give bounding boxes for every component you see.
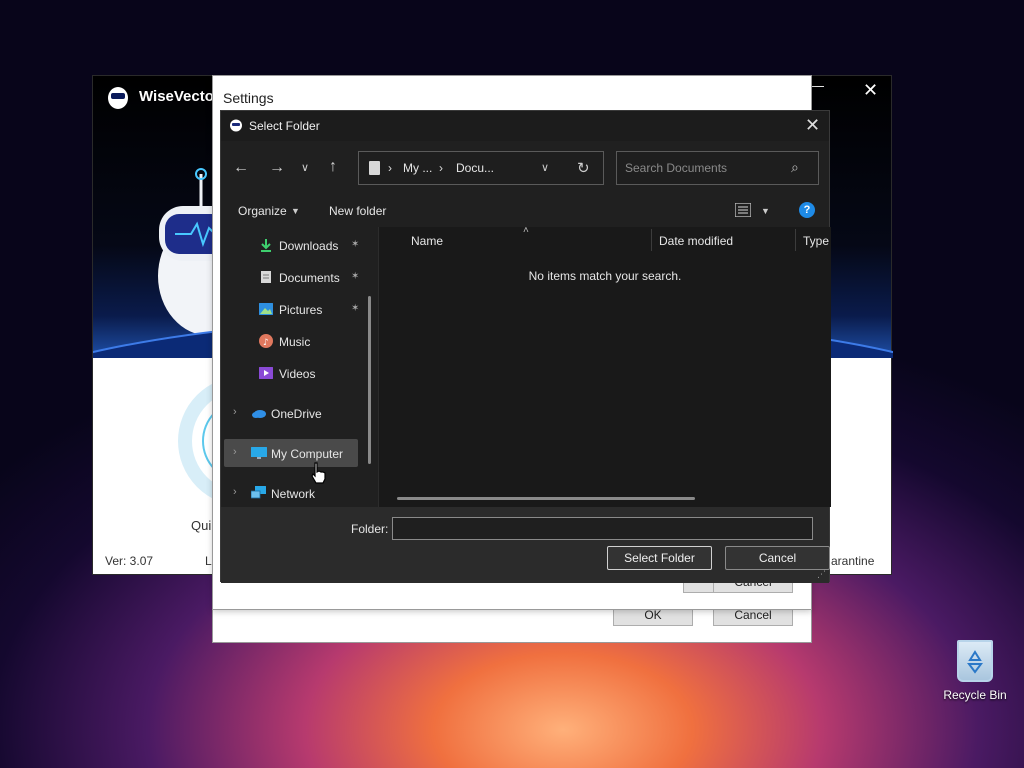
dialog-titlebar: Select Folder ✕ (221, 111, 829, 141)
dialog-close-button[interactable]: ✕ (805, 115, 820, 136)
dialog-footer: Folder: Select Folder Cancel ⋰ (221, 507, 830, 583)
nav-item-label: My Computer (271, 447, 344, 461)
breadcrumb-documents[interactable]: Docu... (456, 161, 494, 175)
organize-button[interactable]: Organize (238, 204, 287, 218)
minimize-button[interactable]: ― (811, 78, 824, 93)
horizontal-scrollbar[interactable] (397, 497, 695, 500)
forward-arrow-icon[interactable]: → (269, 159, 285, 177)
folder-name-input[interactable] (392, 517, 813, 540)
chevron-right-icon[interactable]: › (233, 406, 237, 418)
up-arrow-icon[interactable]: ↑ (329, 158, 337, 176)
cloud-icon (252, 410, 266, 418)
document-icon (369, 161, 380, 175)
resize-grip-icon[interactable]: ⋰ (817, 569, 826, 580)
version-label: Ver: 3.07 (105, 554, 154, 568)
select-folder-button[interactable]: Select Folder (607, 546, 712, 570)
search-icon[interactable]: ⌕ (791, 159, 799, 176)
hand-cursor-icon (311, 462, 326, 484)
recycle-bin-icon (957, 640, 993, 682)
app-close-button[interactable]: ✕ (863, 80, 878, 101)
search-input[interactable] (625, 160, 785, 176)
back-arrow-icon[interactable]: ← (233, 159, 249, 177)
address-bar[interactable]: › My ... › Docu... ∨ ↻ (358, 151, 604, 185)
recycle-bin-label: Recycle Bin (943, 688, 1007, 702)
quarantine-link[interactable]: arantine (831, 554, 874, 568)
breadcrumb-separator: › (439, 161, 443, 175)
navigation-pane-roots: › OneDrive › My Computer › Network (221, 227, 379, 507)
file-list-pane: Name ˄ Date modified Type No items match… (379, 225, 831, 507)
cancel-button[interactable]: Cancel (725, 546, 830, 570)
robot-logo-icon (108, 87, 128, 109)
robot-logo-icon (230, 119, 242, 132)
settings-title-text: Settings (223, 90, 274, 106)
app-title: WiseVector (139, 88, 220, 105)
recent-locations-chevron-icon[interactable]: ∨ (301, 161, 309, 174)
network-icon (251, 486, 266, 499)
select-folder-dialog: Select Folder ✕ ← → ∨ ↑ › My ... › Docu.… (220, 110, 831, 583)
recycle-symbol-icon (967, 650, 983, 674)
nav-pane-scrollbar[interactable] (368, 296, 371, 464)
nav-item-my-computer[interactable]: › My Computer (233, 441, 361, 467)
nav-item-label: Network (271, 487, 316, 501)
sort-arrow-icon: ˄ (523, 225, 529, 236)
column-header-name[interactable]: Name (411, 234, 443, 248)
recycle-bin-desktop-icon[interactable]: Recycle Bin (940, 638, 1010, 708)
command-toolbar: Organize ▼ New folder ▼ ? (221, 199, 829, 225)
column-header-type[interactable]: Type (803, 234, 829, 248)
caret-down-icon[interactable]: ▼ (761, 206, 770, 216)
computer-icon (251, 447, 267, 459)
caret-down-icon[interactable]: ▼ (291, 206, 300, 216)
refresh-icon[interactable]: ↻ (577, 159, 590, 177)
chevron-right-icon[interactable]: › (233, 446, 237, 458)
chevron-right-icon[interactable]: › (233, 486, 237, 498)
column-separator[interactable] (795, 229, 796, 251)
column-separator[interactable] (651, 229, 652, 251)
search-box[interactable]: ⌕ (616, 151, 819, 185)
empty-state-message: No items match your search. (528, 269, 682, 283)
breadcrumb-my-computer[interactable]: My ... (403, 161, 432, 175)
chevron-down-icon[interactable]: ∨ (541, 161, 549, 174)
column-header-date-modified[interactable]: Date modified (659, 234, 733, 248)
folder-field-label: Folder: (351, 522, 389, 536)
nav-item-network[interactable]: › Network (233, 481, 361, 507)
nav-item-label: OneDrive (271, 407, 322, 421)
breadcrumb-separator: › (388, 161, 392, 175)
settings-title-strip: Settings (212, 75, 812, 109)
nav-item-onedrive[interactable]: › OneDrive (233, 401, 361, 427)
view-options-icon[interactable] (735, 203, 751, 217)
new-folder-button[interactable]: New folder (329, 204, 386, 218)
help-icon[interactable]: ? (799, 202, 815, 218)
dialog-title: Select Folder (249, 119, 320, 133)
quick-scan-label: Qui (191, 518, 212, 533)
